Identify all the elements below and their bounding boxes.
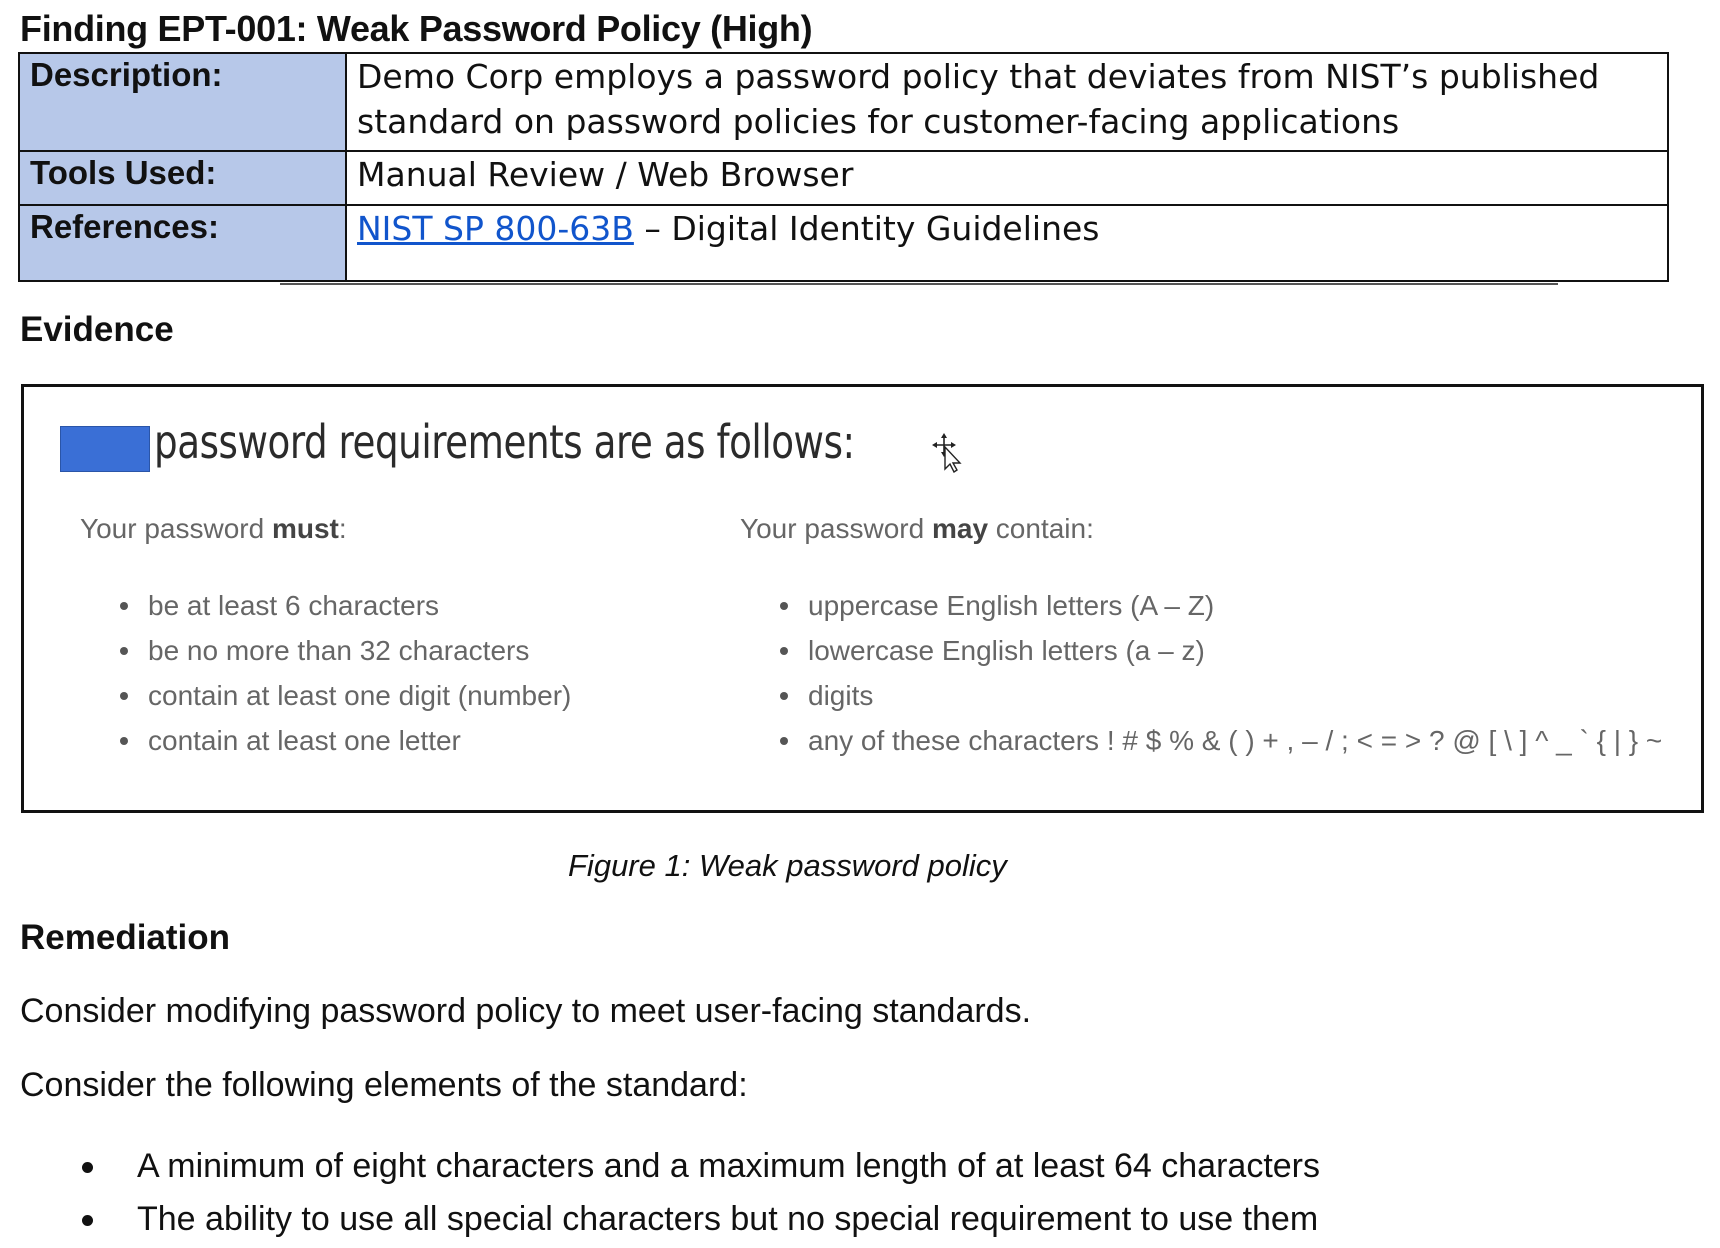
references-label: References:: [18, 204, 347, 282]
finding-table: Description: Demo Corp employs a passwor…: [18, 52, 1669, 282]
description-label: Description:: [18, 52, 347, 152]
evidence-heading: Evidence: [20, 310, 174, 349]
list-item: any of these characters ! # $ % & ( ) + …: [740, 718, 1662, 763]
list-item: lowercase English letters (a – z): [740, 628, 1640, 673]
list-item: digits: [740, 673, 1640, 718]
table-row-references: References: NIST SP 800-63B – Digital Id…: [18, 204, 1669, 282]
references-value: NIST SP 800-63B – Digital Identity Guide…: [345, 204, 1669, 282]
list-item: The ability to use all special character…: [0, 1193, 1700, 1246]
reference-suffix: – Digital Identity Guidelines: [633, 209, 1100, 248]
remediation-list: A minimum of eight characters and a maxi…: [0, 1140, 1700, 1246]
may-column: Your password may contain: uppercase Eng…: [740, 513, 1662, 756]
remediation-paragraph-2: Consider the following elements of the s…: [20, 1066, 748, 1104]
must-column: Your password must: be at least 6 charac…: [80, 513, 571, 756]
description-value: Demo Corp employs a password policy that…: [345, 52, 1669, 152]
move-cursor-icon: [932, 433, 962, 473]
document-page: Finding EPT-001: Weak Password Policy (H…: [0, 0, 1720, 1248]
tools-label: Tools Used:: [18, 150, 347, 206]
table-row-tools: Tools Used: Manual Review / Web Browser: [18, 150, 1669, 206]
list-item: uppercase English letters (A – Z): [740, 583, 1640, 628]
redaction-block: [60, 426, 150, 472]
table-row-description: Description: Demo Corp employs a passwor…: [18, 52, 1669, 152]
must-intro-bold: must: [271, 513, 339, 544]
must-intro-after: :: [338, 513, 347, 544]
evidence-screenshot: password requirements are as follows: Yo…: [21, 384, 1704, 813]
tools-value: Manual Review / Web Browser: [345, 150, 1669, 206]
must-intro: Your password must:: [80, 513, 347, 545]
may-list: uppercase English letters (A – Z) lowerc…: [740, 583, 1662, 763]
may-intro-bold: may: [931, 513, 989, 544]
remediation-paragraph-1: Consider modifying password policy to me…: [20, 992, 1032, 1030]
horizontal-divider: [280, 283, 1558, 285]
remediation-heading: Remediation: [20, 918, 231, 957]
may-intro: Your password may contain:: [740, 513, 1094, 545]
screenshot-heading: password requirements are as follows:: [154, 415, 855, 469]
may-intro-after: contain:: [988, 513, 1094, 544]
list-item: A minimum of eight characters and a maxi…: [0, 1140, 1700, 1193]
must-intro-before: Your password: [80, 513, 272, 544]
may-intro-before: Your password: [740, 513, 932, 544]
finding-title: Finding EPT-001: Weak Password Policy (H…: [20, 8, 813, 49]
figure-caption: Figure 1: Weak password policy: [568, 848, 1007, 883]
nist-reference-link[interactable]: NIST SP 800-63B: [357, 209, 634, 248]
